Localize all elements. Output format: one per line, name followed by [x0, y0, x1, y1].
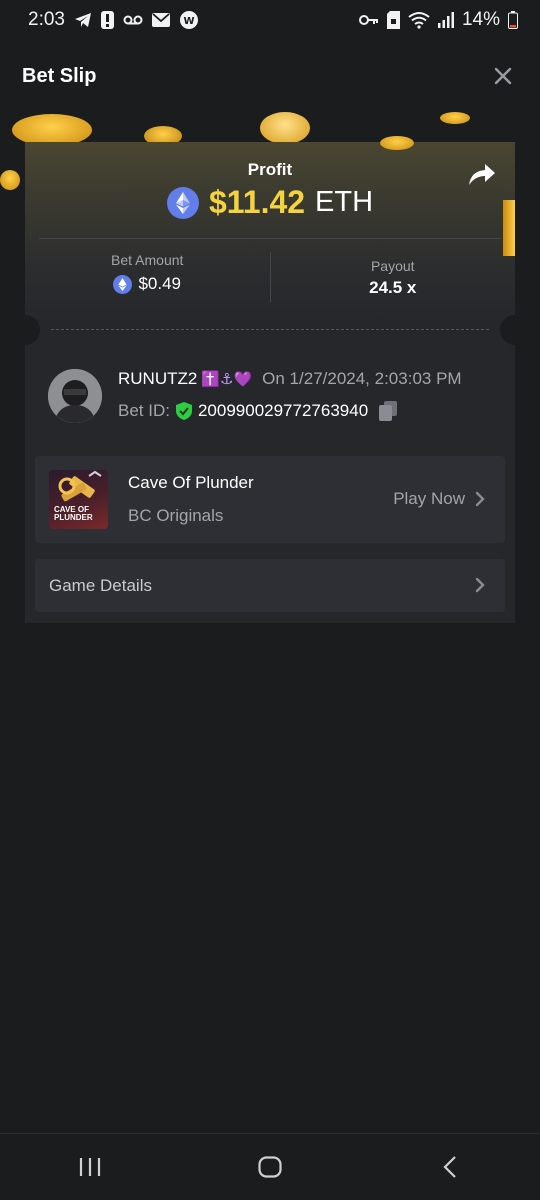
bet-date: On 1/27/2024, 2:03:03 PM [262, 369, 462, 388]
page-title: Bet Slip [22, 64, 97, 87]
game-thumb-title: CAVE OF PLUNDER [54, 506, 93, 522]
close-button[interactable] [488, 61, 518, 91]
eth-icon [113, 274, 133, 294]
app-notification-icon: W [179, 10, 199, 30]
chevron-right-icon [475, 577, 485, 593]
game-thumb-line2: PLUNDER [54, 513, 93, 522]
eth-icon [166, 186, 199, 219]
verified-shield-icon [175, 402, 192, 420]
home-icon [258, 1156, 282, 1178]
bet-id-label: Bet ID: [118, 401, 170, 420]
game-details-label: Game Details [49, 576, 152, 595]
telegram-icon [74, 12, 92, 28]
coin-decoration [0, 170, 20, 190]
play-now-label: Play Now [393, 489, 465, 508]
back-button[interactable] [420, 1142, 480, 1192]
mail-icon [151, 13, 170, 27]
signal-icon [437, 12, 454, 28]
game-name: Cave Of Plunder [128, 473, 254, 492]
back-icon [443, 1156, 456, 1178]
bet-amount-stat: Bet Amount $0.49 [25, 252, 270, 302]
status-left: 2:03 W [28, 9, 199, 31]
bet-stats: Bet Amount $0.49 Payout 24.5 x [25, 252, 515, 302]
header: Bet Slip [0, 40, 540, 112]
user-line: RUNUTZ2 ✝️⚓💜 On 1/27/2024, 2:03:03 PM [118, 369, 462, 389]
bet-amount-value-row: $0.49 [113, 274, 181, 294]
bet-id-line: Bet ID: 200990029772763940 [118, 401, 398, 421]
status-time: 2:03 [28, 9, 65, 30]
copy-button[interactable] [379, 401, 398, 421]
bet-id-value: 200990029772763940 [197, 401, 369, 420]
bet-amount-label: Bet Amount [111, 252, 184, 268]
status-right: 14% [358, 9, 518, 31]
chevron-right-icon [475, 491, 485, 507]
svg-text:W: W [183, 16, 194, 27]
avatar-image [48, 369, 102, 423]
bet-slip-card: Profit $11.42 ETH Bet Amount $0.49 Payou… [10, 136, 530, 623]
avatar[interactable] [48, 369, 102, 423]
payout-label: Payout [370, 258, 415, 274]
payout-value: 24.5 x [369, 278, 417, 297]
username-emojis: ✝️⚓💜 [201, 370, 253, 388]
share-icon [469, 164, 495, 185]
alert-icon [100, 11, 114, 29]
ticket-notch [10, 315, 40, 345]
wifi-icon [408, 11, 430, 29]
username: RUNUTZ2 [118, 369, 198, 388]
coin-decoration [380, 136, 414, 150]
profit-label: Profit [247, 160, 293, 179]
status-bar: 2:03 W 14% [0, 0, 540, 40]
close-icon [494, 67, 512, 85]
system-nav-bar [0, 1133, 540, 1200]
game-row[interactable]: CAVE OF PLUNDER Cave Of Plunder BC Origi… [35, 456, 505, 543]
profit-row: $11.42 ETH [25, 184, 515, 221]
dashed-divider [51, 329, 489, 330]
payout-stat: Payout 24.5 x [269, 252, 516, 302]
home-button[interactable] [240, 1142, 300, 1192]
game-details-row[interactable]: Game Details [35, 559, 505, 612]
divider [39, 238, 501, 239]
battery-icon [508, 11, 518, 29]
share-button[interactable] [467, 162, 497, 188]
coin-decoration [260, 112, 310, 144]
copy-icon [379, 401, 398, 421]
ticket-notch [500, 315, 530, 345]
game-provider: BC Originals [128, 506, 224, 525]
game-thumbnail: CAVE OF PLUNDER [49, 470, 108, 529]
sim-lock-icon [386, 11, 400, 29]
recent-apps-button[interactable] [60, 1142, 120, 1192]
key-icon [358, 14, 379, 26]
recent-apps-icon [79, 1158, 101, 1176]
profit-currency: ETH [315, 186, 374, 218]
profit-value: $11.42 [208, 184, 306, 220]
battery-percent: 14% [461, 9, 500, 30]
play-now-button[interactable]: Play Now [393, 489, 485, 509]
voicemail-icon [123, 14, 143, 26]
bet-amount-value: $0.49 [138, 274, 182, 293]
coin-decoration [440, 112, 470, 124]
